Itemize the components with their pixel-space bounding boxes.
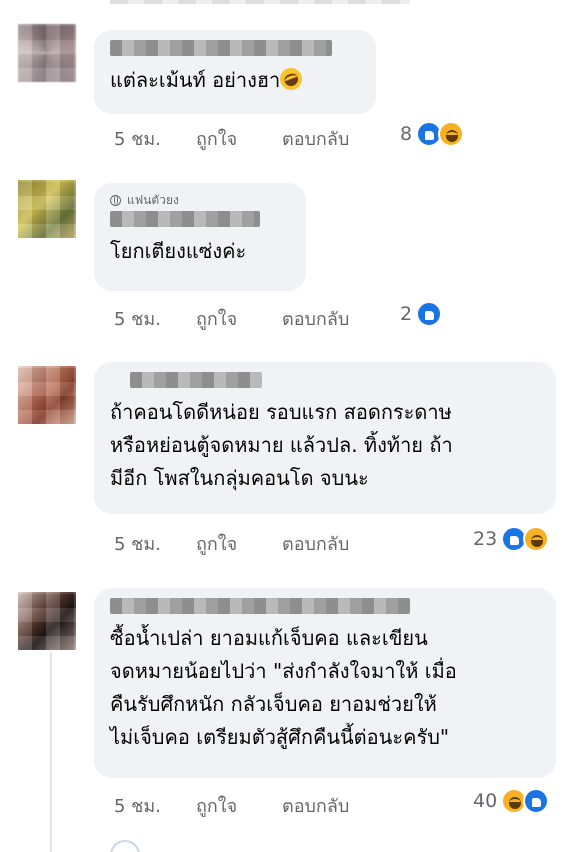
avatar[interactable]	[18, 180, 76, 238]
avatar[interactable]	[18, 24, 76, 82]
timestamp[interactable]: 5 ชม.	[114, 304, 196, 333]
comment-actions: 5 ชม. ถูกใจ ตอบกลับ	[114, 791, 349, 820]
comment-bubble: ถ้าคอนโดดีหน่อย รอบแรก สอดกระดาษ หรือหย่…	[94, 362, 556, 514]
reaction-summary[interactable]: 23	[473, 526, 550, 552]
reply-thread-line	[50, 652, 52, 852]
reply-action[interactable]: ตอบกลับ	[282, 529, 349, 558]
rolling-on-floor-laughing-emoji	[277, 64, 306, 94]
reaction-count: 2	[400, 303, 413, 325]
reaction-count: 40	[473, 790, 498, 812]
comment-text: แต่ละเม้นท์ อย่างฮา	[110, 64, 360, 97]
reaction-summary[interactable]: 2	[400, 301, 443, 327]
commenter-name-redacted[interactable]	[110, 598, 410, 614]
haha-reaction-icon	[523, 526, 550, 552]
commenter-name-redacted[interactable]	[110, 211, 260, 227]
like-action[interactable]: ถูกใจ	[196, 529, 282, 558]
previous-comment-remnant	[110, 0, 410, 4]
reaction-summary[interactable]: 8	[400, 121, 465, 147]
like-reaction-icon	[523, 788, 550, 814]
commenter-name-redacted[interactable]	[110, 40, 332, 56]
comment-bubble: แต่ละเม้นท์ อย่างฮา	[94, 30, 376, 114]
comment-text: โยกเตียงแซ่งค่ะ	[110, 239, 247, 263]
comment-thread: แต่ละเม้นท์ อย่างฮา 5 ชม. ถูกใจ ตอบกลับ …	[0, 0, 576, 852]
like-reaction-icon	[416, 301, 443, 327]
comment-bubble: แฟนตัวยง โยกเตียงแซ่งค่ะ	[94, 183, 306, 291]
reaction-count: 23	[473, 528, 498, 550]
top-fan-badge: แฟนตัวยง	[110, 193, 290, 207]
commenter-name-redacted[interactable]	[130, 372, 262, 388]
timestamp[interactable]: 5 ชม.	[114, 124, 196, 153]
reply-action[interactable]: ตอบกลับ	[282, 304, 349, 333]
reaction-count: 8	[400, 123, 413, 145]
avatar[interactable]	[18, 366, 76, 424]
avatar[interactable]	[18, 592, 76, 650]
next-comment-remnant	[110, 840, 550, 852]
comment-actions: 5 ชม. ถูกใจ ตอบกลับ	[114, 529, 349, 558]
badge-label: แฟนตัวยง	[127, 193, 179, 207]
like-action[interactable]: ถูกใจ	[196, 124, 282, 153]
like-action[interactable]: ถูกใจ	[196, 791, 282, 820]
avatar-placeholder-icon	[110, 840, 140, 852]
like-action[interactable]: ถูกใจ	[196, 304, 282, 333]
comment-text: ซื้อน้ำเปล่า ยาอมแก้เจ็บคอ และเขียน จดหม…	[110, 626, 457, 749]
comment-actions: 5 ชม. ถูกใจ ตอบกลับ	[114, 124, 349, 153]
comment-bubble: ซื้อน้ำเปล่า ยาอมแก้เจ็บคอ และเขียน จดหม…	[94, 588, 556, 778]
globe-icon	[110, 194, 121, 206]
timestamp[interactable]: 5 ชม.	[114, 791, 196, 820]
timestamp[interactable]: 5 ชม.	[114, 529, 196, 558]
reply-action[interactable]: ตอบกลับ	[282, 124, 349, 153]
haha-reaction-icon	[438, 121, 465, 147]
reply-action[interactable]: ตอบกลับ	[282, 791, 349, 820]
comment-actions: 5 ชม. ถูกใจ ตอบกลับ	[114, 304, 349, 333]
comment-text: ถ้าคอนโดดีหน่อย รอบแรก สอดกระดาษ หรือหย่…	[110, 400, 453, 490]
reaction-summary[interactable]: 40	[473, 788, 550, 814]
